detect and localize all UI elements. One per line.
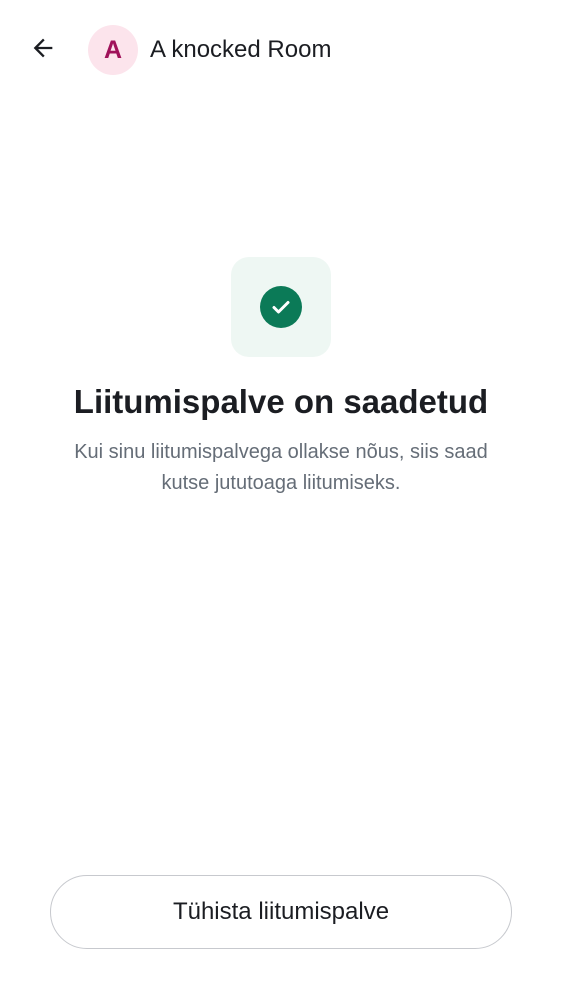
status-icon-tile: [231, 257, 331, 357]
status-description: Kui sinu liitumispalvega ollakse nõus, s…: [74, 441, 488, 494]
avatar-letter: A: [103, 35, 123, 64]
back-button[interactable]: [18, 25, 68, 75]
check-circle-icon: [260, 286, 302, 328]
cancel-knock-request-button[interactable]: Tühista liitumispalve: [50, 875, 512, 949]
status-title: Liitumispalve on saadetud: [73, 383, 489, 420]
arrow-left-icon: [29, 34, 57, 67]
knock-request-sent-screen: A A knocked Room Liitumispalve on saadet…: [0, 0, 562, 1000]
room-title: A knocked Room: [150, 36, 332, 63]
room-avatar: A: [88, 25, 138, 75]
top-app-bar: A A knocked Room: [0, 0, 562, 100]
